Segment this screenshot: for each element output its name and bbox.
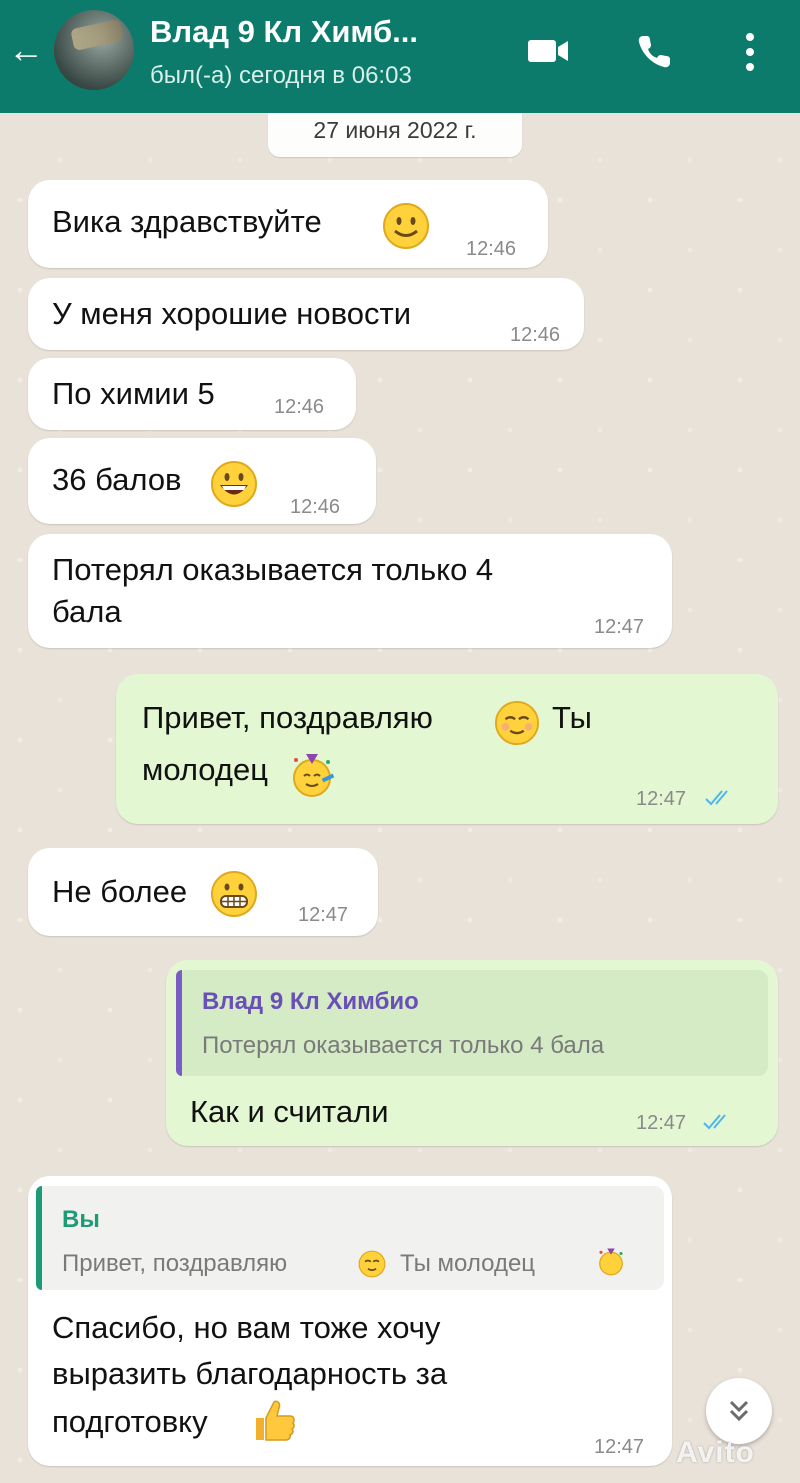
message-text: Не более [52,874,188,909]
relieved-face-icon [494,700,540,746]
message-time: 12:47 [636,1112,687,1134]
read-receipt-icon [705,790,728,806]
message-text-line: молодец [142,752,268,787]
grinning-face-icon [211,461,257,507]
video-call-icon[interactable] [526,36,572,66]
message-text-line: Спасибо, но вам тоже хочу [52,1310,441,1345]
message-text-line: бала [52,594,122,629]
message-text: По химии 5 [52,376,215,411]
message-text: 36 балов [52,462,182,497]
quote-author: Влад 9 Кл Химбио [202,988,419,1015]
message-bubble-incoming[interactable]: У меня хорошие новости 12:46 [28,278,584,350]
message-time: 12:46 [510,324,561,346]
quote-text: Привет, поздравляю [62,1250,288,1277]
message-bubble-incoming[interactable]: Вика здравствуйте 12:46 [28,180,548,268]
message-time: 12:46 [466,238,517,260]
quote-accent-bar [176,970,182,1076]
message-text-line: Потерял оказывается только 4 [52,552,494,587]
more-vert-icon[interactable] [742,30,758,74]
message-bubble-incoming[interactable]: 36 балов 12:46 [28,438,376,524]
message-time: 12:46 [274,396,325,418]
contact-avatar[interactable] [54,10,134,90]
back-arrow-icon[interactable]: ← [6,28,46,72]
message-bubble-outgoing[interactable]: Привет, поздравляю Ты молодец 12:47 [116,674,778,824]
reply-quote[interactable]: Вы Привет, поздравляю Ты молодец [36,1186,664,1290]
quote-text: Ты молодец [400,1250,536,1277]
message-text-line: подготовку [52,1404,208,1439]
slightly-smiling-face-icon [383,203,429,249]
chat-header: ← Влад 9 Кл Химб... был(-а) сегодня в 06… [0,0,800,113]
contact-name[interactable]: Влад 9 Кл Химб... [150,14,418,50]
message-bubble-outgoing[interactable]: Влад 9 Кл Химбио Потерял оказывается тол… [166,960,778,1146]
phone-icon[interactable] [634,32,674,72]
grimacing-face-icon [211,871,257,917]
message-time: 12:47 [298,904,349,926]
message-time: 12:47 [594,1436,645,1458]
party-face-icon [599,1248,623,1276]
message-bubble-incoming[interactable]: Вы Привет, поздравляю Ты молодец Спасибо… [28,1176,672,1466]
message-text: Вика здравствуйте [52,204,322,239]
message-text-word: Ты [552,700,592,735]
quote-text: Потерял оказывается только 4 бала [202,1032,605,1059]
read-receipt-icon [703,1114,726,1130]
relieved-face-icon [358,1250,386,1278]
thumbs-up-icon [256,1400,295,1441]
message-bubble-incoming[interactable]: Не более 12:47 [28,848,378,936]
avito-watermark: Avito [676,1436,755,1469]
message-text-line: выразить благодарность за [52,1356,448,1391]
last-seen-status: был(-а) сегодня в 06:03 [150,62,412,89]
message-time: 12:47 [636,788,687,810]
message-text-line: Привет, поздравляю [142,700,433,735]
quote-accent-bar [36,1186,42,1290]
scroll-to-bottom-button[interactable] [706,1378,772,1444]
message-time: 12:47 [594,616,645,638]
message-text: Как и считали [190,1094,389,1129]
message-bubble-incoming[interactable]: По химии 5 12:46 [28,358,356,430]
party-face-icon [293,754,335,797]
quote-author: Вы [62,1206,100,1233]
message-text: У меня хорошие новости [52,296,412,331]
message-bubble-incoming[interactable]: Потерял оказывается только 4 бала 12:47 [28,534,672,648]
reply-quote[interactable]: Влад 9 Кл Химбио Потерял оказывается тол… [176,970,768,1076]
double-chevron-down-icon [729,1400,749,1422]
message-time: 12:46 [290,496,341,518]
date-separator: 27 июня 2022 г. [268,113,522,157]
